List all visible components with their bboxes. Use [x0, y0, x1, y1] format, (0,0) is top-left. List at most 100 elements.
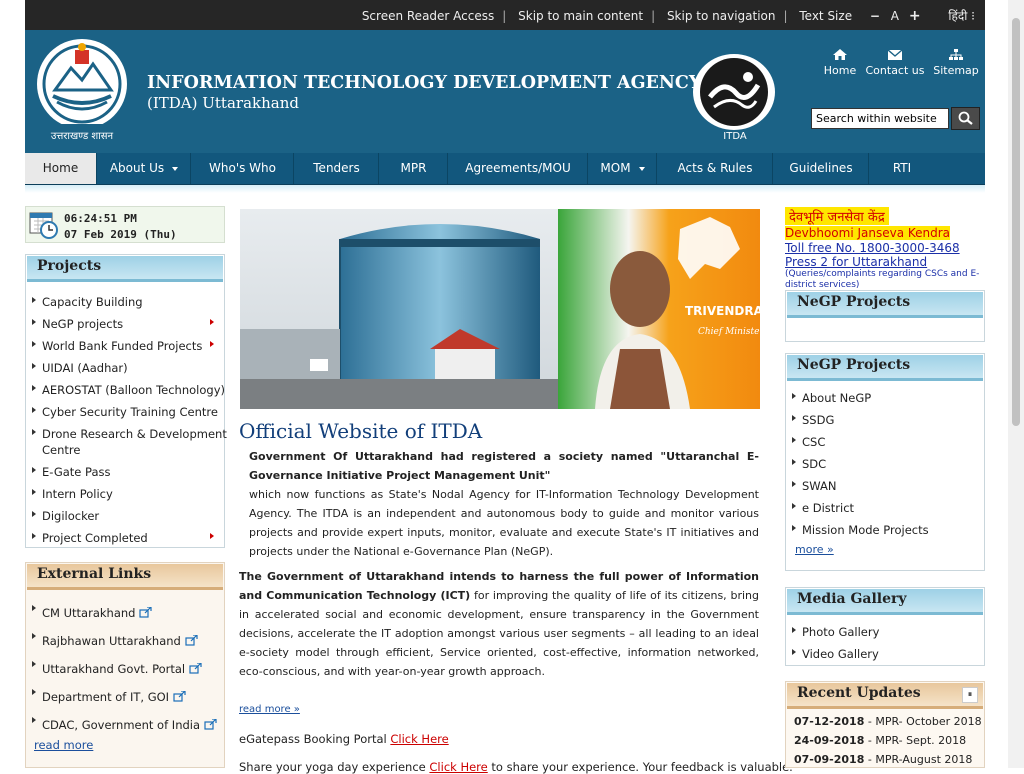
nav-mom[interactable]: MOM [589, 153, 657, 184]
project-link-world-bank-label: World Bank Funded Projects [42, 339, 203, 353]
text-size-label: Text Size [799, 9, 853, 23]
intro-paragraph-1-lead: Government Of Uttarakhand had registered… [249, 450, 759, 482]
janseva-press-link[interactable]: Press 2 for Uttarakhand [785, 255, 985, 269]
nav-rti[interactable]: RTI [870, 153, 934, 184]
project-link-negp-label: NeGP projects [42, 317, 124, 331]
main-navigation: Home About Us Who's Who Tenders MPR Agre… [25, 153, 985, 185]
negp-link-mission-mode[interactable]: Mission Mode Projects [792, 519, 978, 541]
skip-main-link[interactable]: Skip to main content [518, 9, 643, 23]
yoga-day-line: Share your yoga day experience Click Her… [239, 760, 793, 774]
scrollbar-thumb[interactable] [1012, 18, 1020, 426]
nav-home[interactable]: Home [25, 153, 97, 184]
external-link-icon [189, 663, 202, 674]
nav-whos-who[interactable]: Who's Who [192, 153, 294, 184]
photo-gallery-link[interactable]: Photo Gallery [792, 621, 978, 643]
janseva-english-title: Devbhoomi Janseva Kendra [785, 226, 951, 240]
project-link-intern-policy[interactable]: Intern Policy [32, 483, 218, 505]
external-link-rajbhawan[interactable]: Rajbhawan Uttarakhand [32, 627, 218, 655]
nav-acts-rules[interactable]: Acts & Rules [658, 153, 773, 184]
nav-about-us[interactable]: About Us [98, 153, 191, 184]
project-link-world-bank[interactable]: World Bank Funded Projects [32, 335, 218, 357]
home-shortcut-label: Home [823, 64, 857, 77]
external-link-cdac[interactable]: CDAC, Government of India [32, 711, 218, 739]
nav-guidelines[interactable]: Guidelines [774, 153, 869, 184]
page-scrollbar[interactable] [1008, 0, 1024, 768]
media-gallery-title: Media Gallery [787, 589, 983, 615]
external-link-icon [173, 691, 186, 702]
video-gallery-link[interactable]: Video Gallery [792, 643, 978, 665]
main-heading: Official Website of ITDA [239, 419, 483, 443]
janseva-tollfree-link[interactable]: Toll free No. 1800-3000-3468 [785, 241, 985, 255]
project-link-cyber-security[interactable]: Cyber Security Training Centre [32, 401, 218, 423]
nav-about-us-label: About Us [109, 161, 165, 175]
text-increase-button[interactable]: + [909, 8, 921, 24]
accessibility-bar: Screen Reader Access | Skip to main conte… [25, 0, 985, 30]
uttarakhand-emblem-logo[interactable]: उत्तराखण्ड शासन [31, 38, 134, 146]
yoga-day-click-here-link[interactable]: Click Here [429, 760, 487, 774]
dropdown-caret-icon [638, 166, 645, 171]
text-decrease-button[interactable]: − [870, 9, 880, 23]
calendar-clock-icon [29, 212, 58, 239]
update-text: - MPR-August 2018 [864, 753, 973, 766]
external-link-govt-portal[interactable]: Uttarakhand Govt. Portal [32, 655, 218, 683]
update-item[interactable]: 24-09-2018 - MPR- Sept. 2018 [794, 731, 982, 750]
skip-nav-link[interactable]: Skip to navigation [667, 9, 776, 23]
negp-link-ssdg[interactable]: SSDG [792, 409, 978, 431]
project-link-negp[interactable]: NeGP projects [32, 313, 218, 335]
negp-more-link[interactable]: more » [795, 543, 834, 556]
update-date: 07-09-2018 [794, 753, 865, 766]
project-link-capacity-building[interactable]: Capacity Building [32, 291, 218, 313]
negp-link-swan[interactable]: SWAN [792, 475, 978, 497]
home-banner-image: TRIVENDRA SINGH RAWAT Chief Minister of … [240, 209, 760, 409]
nav-tenders[interactable]: Tenders [295, 153, 379, 184]
external-links-read-more[interactable]: read more [34, 738, 93, 752]
project-link-uidai[interactable]: UIDAI (Aadhar) [32, 357, 218, 379]
contact-shortcut[interactable]: Contact us [865, 48, 925, 77]
date-time-widget: 06:24:51 PM 07 Feb 2019 (Thu) [25, 206, 225, 243]
negp-link-csc[interactable]: CSC [792, 431, 978, 453]
intro-paragraph-1: Government Of Uttarakhand had registered… [249, 447, 759, 561]
screen-reader-link[interactable]: Screen Reader Access [362, 9, 494, 23]
itda-logo-label: ITDA [723, 131, 747, 142]
negp-projects-panel-2: NeGP Projects About NeGP SSDG CSC SDC SW… [785, 353, 985, 571]
project-link-egate[interactable]: E-Gate Pass [32, 461, 218, 483]
sitemap-shortcut[interactable]: Sitemap [933, 48, 979, 77]
project-link-digilocker[interactable]: Digilocker [32, 505, 218, 527]
hindi-language-link[interactable]: हिंदी ⁝ [948, 7, 975, 24]
nav-agreements-mou[interactable]: Agreements/MOU [449, 153, 588, 184]
nav-mpr[interactable]: MPR [380, 153, 448, 184]
sitemap-shortcut-label: Sitemap [933, 64, 979, 77]
external-link-govt-portal-label: Uttarakhand Govt. Portal [42, 662, 186, 676]
external-link-icon [139, 607, 153, 618]
project-link-completed-label: Project Completed [42, 531, 148, 545]
banner-role: Chief Minister of Uttarakhand [698, 327, 760, 337]
intro-paragraph-2-body: for improving the quality of life of its… [239, 589, 759, 678]
update-item[interactable]: 07-12-2018 - MPR- October 2018 [794, 712, 982, 731]
nav-shadow-divider [25, 185, 985, 193]
external-link-cm[interactable]: CM Uttarakhand [32, 599, 218, 627]
negp-projects-panel-1: NeGP Projects [785, 290, 985, 342]
negp-link-about[interactable]: About NeGP [792, 387, 978, 409]
search-button[interactable] [951, 107, 980, 130]
search-input[interactable] [811, 108, 949, 129]
main-read-more-link[interactable]: read more » [239, 704, 300, 715]
itda-logo: ITDA [693, 54, 777, 144]
egatepass-click-here-link[interactable]: Click Here [390, 732, 448, 746]
external-link-dept-it[interactable]: Department of IT, GOI [32, 683, 218, 711]
text-normal-button[interactable]: A [891, 9, 899, 23]
project-link-aerostat[interactable]: AEROSTAT (Balloon Technology) [32, 379, 225, 401]
update-item[interactable]: 07-09-2018 - MPR-August 2018 [794, 750, 982, 769]
sitemap-icon [949, 49, 963, 60]
external-link-icon [204, 719, 217, 730]
home-shortcut[interactable]: Home [815, 48, 865, 77]
external-links-panel: External Links CM Uttarakhand Rajbhawan … [25, 562, 225, 768]
negp-link-edistrict[interactable]: e District [792, 497, 978, 519]
pause-ticker-button[interactable]: ⏸ [962, 687, 978, 703]
projects-panel: Projects Capacity Building NeGP projects… [25, 254, 227, 549]
negp-link-sdc[interactable]: SDC [792, 453, 978, 475]
project-link-drone[interactable]: Drone Research & Development Centre [32, 423, 227, 461]
submenu-arrow-icon [210, 319, 214, 325]
project-link-completed[interactable]: Project Completed [32, 527, 218, 549]
update-date: 07-12-2018 [794, 715, 865, 728]
project-link-drone-label: Drone Research & Development [42, 427, 227, 441]
